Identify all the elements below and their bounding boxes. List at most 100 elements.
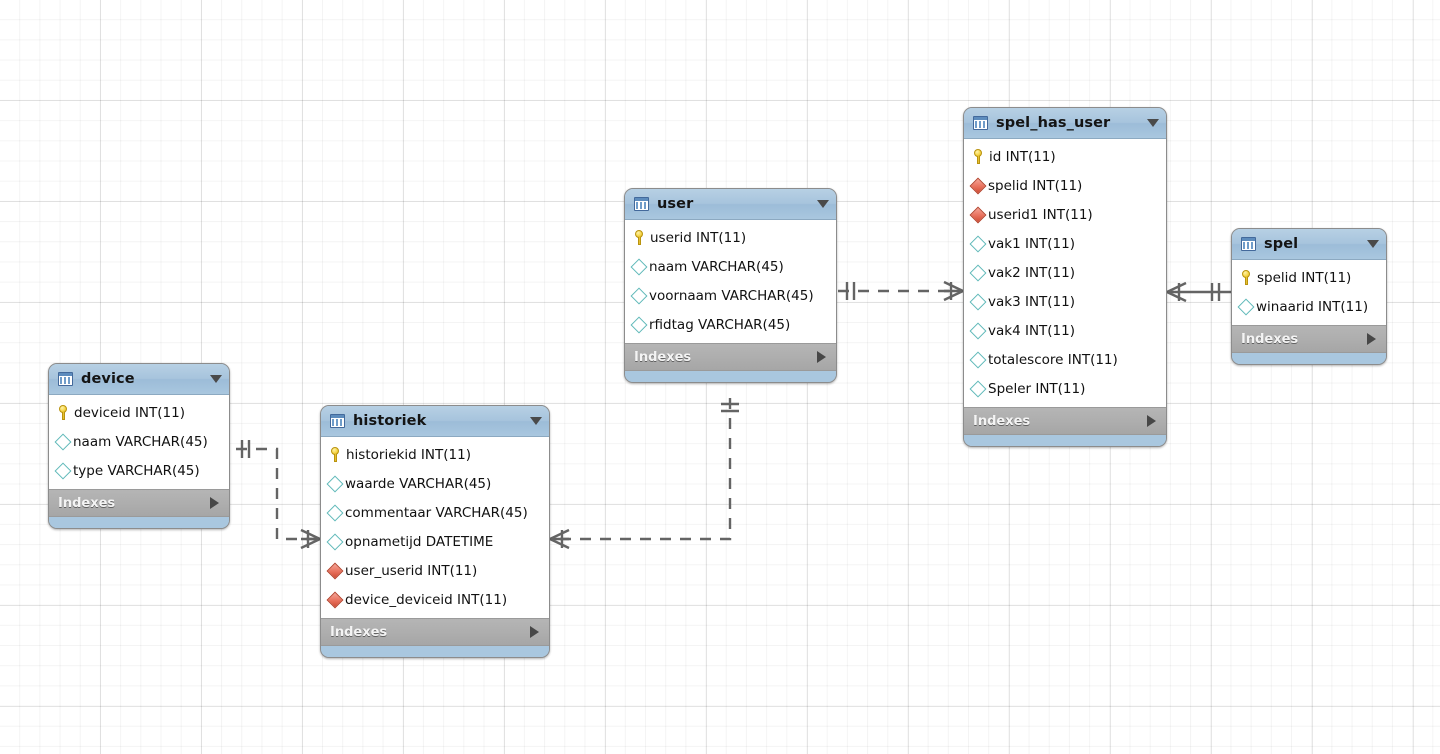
- indexes-label: Indexes: [1241, 332, 1298, 347]
- table-header-user[interactable]: user: [625, 189, 836, 220]
- column-icon: [631, 316, 648, 333]
- column-row[interactable]: historiekid INT(11): [321, 440, 549, 469]
- column-icon: [970, 264, 987, 281]
- column-row[interactable]: spelid INT(11): [964, 171, 1166, 200]
- primary-key-icon: [633, 230, 646, 245]
- column-row[interactable]: device_deviceid INT(11): [321, 585, 549, 614]
- indexes-bar[interactable]: Indexes: [964, 408, 1166, 435]
- column-row[interactable]: opnametijd DATETIME: [321, 527, 549, 556]
- table-user[interactable]: user userid INT(11) naam VARCHAR(45) voo…: [624, 188, 837, 383]
- column-row[interactable]: rfidtag VARCHAR(45): [625, 310, 836, 339]
- column-row[interactable]: vak3 INT(11): [964, 287, 1166, 316]
- table-footer: [321, 646, 549, 657]
- indexes-bar[interactable]: Indexes: [321, 619, 549, 646]
- table-header-spel-has-user[interactable]: spel_has_user: [964, 108, 1166, 139]
- column-icon: [631, 258, 648, 275]
- column-label: vak1 INT(11): [988, 236, 1075, 252]
- column-row[interactable]: vak2 INT(11): [964, 258, 1166, 287]
- column-list-device: deviceid INT(11) naam VARCHAR(45) type V…: [49, 395, 229, 490]
- table-header-historiek[interactable]: historiek: [321, 406, 549, 437]
- column-label: type VARCHAR(45): [73, 463, 200, 479]
- indexes-label: Indexes: [58, 496, 115, 511]
- primary-key-icon: [1240, 270, 1253, 285]
- table-footer: [625, 371, 836, 382]
- chevron-down-icon[interactable]: [1147, 119, 1159, 127]
- column-label: Speler INT(11): [988, 381, 1085, 397]
- table-historiek[interactable]: historiek historiekid INT(11) waarde VAR…: [320, 405, 550, 658]
- table-header-spel[interactable]: spel: [1232, 229, 1386, 260]
- table-header-device[interactable]: device: [49, 364, 229, 395]
- chevron-right-icon[interactable]: [817, 351, 826, 363]
- column-label: userid INT(11): [650, 230, 746, 246]
- column-row[interactable]: vak1 INT(11): [964, 229, 1166, 258]
- column-row[interactable]: commentaar VARCHAR(45): [321, 498, 549, 527]
- column-label: naam VARCHAR(45): [649, 259, 784, 275]
- table-title: spel: [1264, 236, 1361, 252]
- column-row[interactable]: winaarid INT(11): [1232, 292, 1386, 321]
- indexes-bar[interactable]: Indexes: [1232, 326, 1386, 353]
- indexes-bar[interactable]: Indexes: [625, 344, 836, 371]
- column-list-spel-has-user: id INT(11) spelid INT(11) userid1 INT(11…: [964, 139, 1166, 408]
- column-row[interactable]: vak4 INT(11): [964, 316, 1166, 345]
- relationship-user-historiek: [550, 398, 739, 548]
- column-row[interactable]: type VARCHAR(45): [49, 456, 229, 485]
- table-icon: [973, 116, 988, 130]
- foreign-key-icon: [327, 562, 344, 579]
- column-label: winaarid INT(11): [1256, 299, 1368, 315]
- relationship-spel_has_user-spel: [1167, 283, 1231, 301]
- chevron-right-icon[interactable]: [1367, 333, 1376, 345]
- table-device[interactable]: device deviceid INT(11) naam VARCHAR(45)…: [48, 363, 230, 529]
- column-row[interactable]: userid1 INT(11): [964, 200, 1166, 229]
- column-row[interactable]: naam VARCHAR(45): [49, 427, 229, 456]
- column-label: naam VARCHAR(45): [73, 434, 208, 450]
- table-icon: [1241, 237, 1256, 251]
- table-icon: [58, 372, 73, 386]
- column-row[interactable]: Speler INT(11): [964, 374, 1166, 403]
- column-row[interactable]: user_userid INT(11): [321, 556, 549, 585]
- table-title: historiek: [353, 413, 524, 429]
- table-title: device: [81, 371, 204, 387]
- column-icon: [327, 475, 344, 492]
- chevron-right-icon[interactable]: [1147, 415, 1156, 427]
- table-spel-has-user[interactable]: spel_has_user id INT(11) spelid INT(11) …: [963, 107, 1167, 447]
- indexes-label: Indexes: [330, 625, 387, 640]
- column-label: vak3 INT(11): [988, 294, 1075, 310]
- indexes-bar[interactable]: Indexes: [49, 490, 229, 517]
- column-label: opnametijd DATETIME: [345, 534, 493, 550]
- column-row[interactable]: naam VARCHAR(45): [625, 252, 836, 281]
- column-list-historiek: historiekid INT(11) waarde VARCHAR(45) c…: [321, 437, 549, 619]
- column-icon: [327, 533, 344, 550]
- chevron-down-icon[interactable]: [817, 200, 829, 208]
- eer-diagram-canvas[interactable]: device deviceid INT(11) naam VARCHAR(45)…: [0, 0, 1440, 754]
- column-row[interactable]: deviceid INT(11): [49, 398, 229, 427]
- column-row[interactable]: userid INT(11): [625, 223, 836, 252]
- chevron-down-icon[interactable]: [210, 375, 222, 383]
- column-icon: [55, 462, 72, 479]
- column-row[interactable]: totalescore INT(11): [964, 345, 1166, 374]
- column-label: deviceid INT(11): [74, 405, 185, 421]
- indexes-label: Indexes: [973, 414, 1030, 429]
- column-row[interactable]: id INT(11): [964, 142, 1166, 171]
- primary-key-icon: [57, 405, 70, 420]
- column-label: spelid INT(11): [988, 178, 1082, 194]
- chevron-right-icon[interactable]: [210, 497, 219, 509]
- column-row[interactable]: waarde VARCHAR(45): [321, 469, 549, 498]
- relationship-device-historiek: [236, 440, 320, 548]
- primary-key-icon: [329, 447, 342, 462]
- chevron-right-icon[interactable]: [530, 626, 539, 638]
- column-row[interactable]: voornaam VARCHAR(45): [625, 281, 836, 310]
- column-row[interactable]: spelid INT(11): [1232, 263, 1386, 292]
- chevron-down-icon[interactable]: [1367, 240, 1379, 248]
- column-icon: [631, 287, 648, 304]
- column-label: historiekid INT(11): [346, 447, 471, 463]
- table-footer: [49, 517, 229, 528]
- column-label: userid1 INT(11): [988, 207, 1093, 223]
- column-label: user_userid INT(11): [345, 563, 477, 579]
- column-label: waarde VARCHAR(45): [345, 476, 491, 492]
- column-label: spelid INT(11): [1257, 270, 1351, 286]
- table-footer: [964, 435, 1166, 446]
- column-icon: [1238, 298, 1255, 315]
- column-icon: [970, 380, 987, 397]
- chevron-down-icon[interactable]: [530, 417, 542, 425]
- table-spel[interactable]: spel spelid INT(11) winaarid INT(11) Ind…: [1231, 228, 1387, 365]
